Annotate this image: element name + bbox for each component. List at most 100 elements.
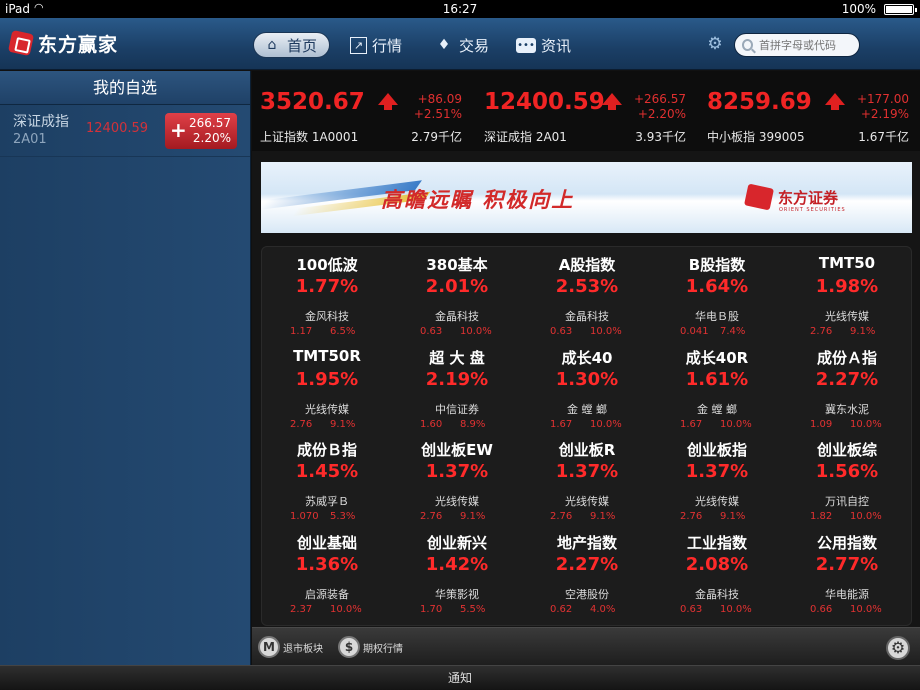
notice-bar[interactable]: 通知 — [0, 665, 920, 690]
index-pct: +2.20% — [637, 107, 686, 121]
watchlist-title: 我的自选 — [0, 71, 250, 105]
sector-top-stock: 华策影视 — [435, 587, 479, 601]
index-card[interactable]: 8259.69 +177.00 +2.19% 中小板指 399005 1.67千… — [699, 71, 920, 151]
sector-cell[interactable]: TMT50R 1.95% 光线传媒 2.76 9.1% — [262, 344, 392, 436]
sector-top-stock: 金晶科技 — [695, 587, 739, 601]
sector-stock-price: 0.63 — [680, 603, 703, 615]
sector-stock-price: 0.041 — [680, 326, 709, 337]
index-price: 8259.69 — [707, 89, 812, 115]
settings-gear-icon[interactable]: ⚙ — [706, 35, 724, 53]
sector-pct: 2.27% — [815, 368, 879, 390]
sector-stock-rise: 8.9% — [460, 418, 486, 430]
settings-gear-icon[interactable]: ⚙ — [886, 636, 910, 660]
chat-icon: ••• — [516, 37, 536, 53]
sector-stock-price: 0.66 — [810, 603, 833, 615]
index-card[interactable]: 3520.67 +86.09 +2.51% 上证指数 1A0001 2.79千亿 — [252, 71, 474, 151]
sector-cell[interactable]: 工业指数 2.08% 金晶科技 0.63 10.0% — [652, 529, 782, 621]
sector-cell[interactable]: 创业新兴 1.42% 华策影视 1.70 5.5% — [392, 529, 522, 621]
sector-pct: 1.37% — [425, 461, 489, 482]
sector-stock-price: 1.82 — [810, 511, 833, 522]
sector-top-stock: 苏威孚Ｂ — [305, 495, 349, 508]
sector-stock-price: 1.67 — [680, 418, 703, 430]
sector-cell[interactable]: 创业板指 1.37% 光线传媒 2.76 9.1% — [652, 436, 782, 528]
index-card[interactable]: 12400.59 +266.57 +2.20% 深证成指 2A01 3.93千亿 — [476, 71, 698, 151]
banner-slogan: 高瞻远瞩 积极向上 — [381, 187, 575, 212]
sector-cell[interactable]: 成长40 1.30% 金 螳 螂 1.67 10.0% — [522, 344, 652, 436]
delisted-label: 退市板块 — [283, 643, 323, 655]
tab-home[interactable]: ⌂ 首页 — [253, 32, 331, 58]
watchlist-item-price: 12400.59 — [86, 121, 149, 136]
tab-home-label: 首页 — [287, 36, 318, 55]
sector-pct: 1.98% — [815, 276, 879, 297]
delisted-board-button[interactable]: M 退市板块 — [258, 636, 323, 658]
sector-top-stock: 光线传媒 — [695, 495, 739, 508]
tab-news[interactable]: ••• 资讯 — [516, 32, 571, 58]
watchlist-item-code: 2A01 — [13, 132, 47, 147]
sector-name: B股指数 — [688, 256, 746, 274]
sector-stock-price: 2.76 — [680, 511, 703, 522]
sector-cell[interactable]: TMT50 1.98% 光线传媒 2.76 9.1% — [782, 251, 912, 343]
app-name: 东方赢家 — [38, 33, 119, 56]
sector-cell[interactable]: 380基本 2.01% 金晶科技 0.63 10.0% — [392, 251, 522, 343]
sector-pct: 1.42% — [425, 553, 489, 575]
sector-name: 成长40R — [685, 348, 749, 367]
sector-pct: 1.77% — [295, 276, 359, 297]
sector-cell[interactable]: 成份Ａ指 2.27% 冀东水泥 1.09 10.0% — [782, 344, 912, 436]
promo-banner[interactable]: 高瞻远瞩 积极向上 东方证券 ORIENT SECURITIES — [261, 162, 912, 233]
sector-cell[interactable]: B股指数 1.64% 华电Ｂ股 0.041 7.4% — [652, 251, 782, 343]
tab-market-label: 行情 — [372, 36, 403, 55]
up-arrow-icon — [378, 93, 398, 110]
sector-pct: 1.56% — [815, 461, 879, 482]
sector-pct: 2.77% — [815, 553, 879, 575]
watchlist-item[interactable]: 深证成指 2A01 12400.59 + 266.57 2.20% — [0, 105, 250, 157]
sector-name: 创业基础 — [296, 533, 357, 552]
bottom-toolbar: M 退市板块 $ 期权行情 ⚙ — [252, 627, 920, 665]
sector-stock-rise: 9.1% — [850, 326, 876, 337]
up-arrow-icon — [602, 93, 622, 110]
sector-name: TMT50R — [293, 346, 361, 365]
index-name: 深证成指 2A01 — [484, 130, 567, 144]
sector-cell[interactable]: 100低波 1.77% 金风科技 1.17 6.5% — [262, 251, 392, 343]
sector-name: 地产指数 — [556, 533, 617, 552]
search-box[interactable] — [734, 33, 860, 57]
sector-cell[interactable]: 成长40R 1.61% 金 螳 螂 1.67 10.0% — [652, 344, 782, 436]
sector-pct: 2.19% — [425, 368, 489, 390]
sector-cell[interactable]: 成份Ｂ指 1.45% 苏威孚Ｂ 1.070 5.3% — [262, 436, 392, 528]
options-quotes-button[interactable]: $ 期权行情 — [338, 636, 403, 658]
sector-cell[interactable]: 创业板综 1.56% 万讯自控 1.82 10.0% — [782, 436, 912, 528]
sector-cell[interactable]: 创业板R 1.37% 光线传媒 2.76 9.1% — [522, 436, 652, 528]
sector-cell[interactable]: A股指数 2.53% 金晶科技 0.63 10.0% — [522, 251, 652, 343]
search-input[interactable] — [759, 38, 859, 52]
sector-stock-rise: 10.0% — [850, 511, 882, 522]
money-bag-icon: $ — [338, 636, 360, 658]
sector-name: 成份Ａ指 — [816, 348, 877, 367]
sector-top-stock: 华电Ｂ股 — [695, 310, 739, 323]
sector-cell[interactable]: 创业基础 1.36% 启源装备 2.37 10.0% — [262, 529, 392, 621]
sector-stock-rise: 10.0% — [850, 418, 882, 430]
index-pct: +2.19% — [860, 107, 909, 121]
index-volume: 1.67千亿 — [858, 130, 909, 144]
sector-cell[interactable]: 超 大 盘 2.19% 中信证券 1.60 8.9% — [392, 344, 522, 436]
sector-stock-rise: 9.1% — [330, 418, 356, 430]
battery-icon — [884, 4, 917, 15]
watchlist-change-badge[interactable]: + 266.57 2.20% — [165, 113, 237, 149]
tab-trade[interactable]: ♦ 交易 — [434, 32, 489, 58]
index-name: 上证指数 1A0001 — [260, 130, 359, 144]
sector-pct: 1.30% — [555, 368, 619, 390]
home-icon: ⌂ — [267, 37, 277, 53]
sector-cell[interactable]: 地产指数 2.27% 空港股份 0.62 4.0% — [522, 529, 652, 621]
app-logo[interactable]: 东方赢家 — [7, 29, 119, 57]
sector-pct: 1.37% — [685, 461, 749, 482]
sector-stock-rise: 10.0% — [720, 603, 752, 615]
sector-pct: 2.01% — [425, 276, 489, 297]
watchlist-sidebar: 我的自选 深证成指 2A01 12400.59 + 266.57 2.20% — [0, 71, 251, 665]
sector-stock-price: 1.67 — [550, 418, 573, 430]
sector-top-stock: 光线传媒 — [825, 310, 869, 323]
tab-market[interactable]: ↗ 行情 — [350, 32, 402, 58]
sector-cell[interactable]: 公用指数 2.77% 华电能源 0.66 10.0% — [782, 529, 912, 621]
sector-name: A股指数 — [558, 256, 616, 274]
sector-grid: 100低波 1.77% 金风科技 1.17 6.5% 380基本 2.01% 金晶科技 0.63… — [261, 246, 912, 626]
sector-name: 100低波 — [296, 256, 358, 274]
sector-cell[interactable]: 创业板EW 1.37% 光线传媒 2.76 9.1% — [392, 436, 522, 528]
sector-pct: 1.45% — [295, 461, 359, 482]
